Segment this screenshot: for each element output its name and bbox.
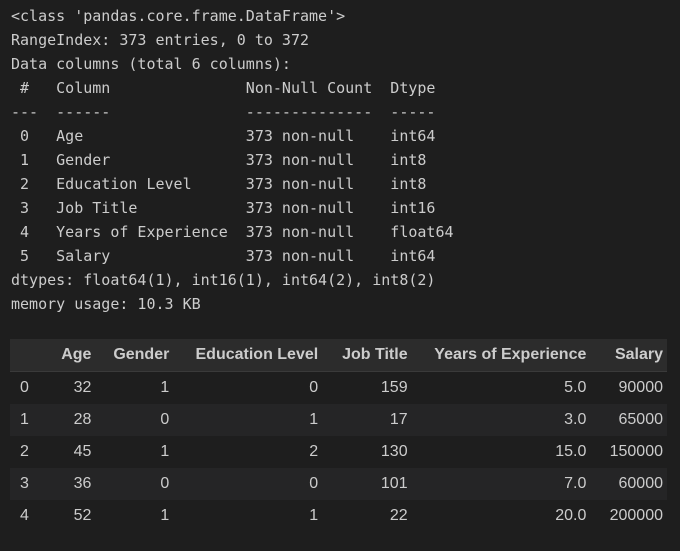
row-index: 1 (10, 404, 51, 436)
cell-years-of-experience: 7.0 (411, 468, 591, 500)
cell-education-level: 0 (173, 468, 323, 500)
cell-job-title: 130 (322, 436, 412, 468)
cell-age: 32 (50, 371, 96, 404)
column-header-salary: Salary (590, 339, 667, 372)
table-header-row: Age Gender Education Level Job Title Yea… (10, 339, 667, 372)
cell-job-title: 101 (322, 468, 412, 500)
column-header-age: Age (50, 339, 96, 372)
cell-age: 28 (50, 404, 96, 436)
table-row: 0 32 1 0 159 5.0 90000 (10, 371, 667, 404)
cell-age: 36 (50, 468, 96, 500)
cell-salary: 60000 (590, 468, 667, 500)
info-column-row: 0 Age 373 non-null int64 (11, 127, 454, 145)
info-column-row: 4 Years of Experience 373 non-null float… (11, 223, 454, 241)
info-column-row: 5 Salary 373 non-null int64 (11, 247, 454, 265)
cell-gender: 0 (95, 404, 174, 436)
info-column-row: 2 Education Level 373 non-null int8 (11, 175, 454, 193)
cell-salary: 150000 (590, 436, 667, 468)
row-index: 3 (10, 468, 51, 500)
index-header (10, 339, 51, 372)
row-index: 4 (10, 500, 51, 532)
cell-years-of-experience: 20.0 (411, 500, 591, 532)
cell-years-of-experience: 15.0 (411, 436, 591, 468)
info-separator-row: --- ------ -------------- ----- (11, 103, 454, 121)
column-header-gender: Gender (95, 339, 174, 372)
info-range-index: RangeIndex: 373 entries, 0 to 372 (11, 31, 310, 49)
column-header-education-level: Education Level (173, 339, 323, 372)
cell-salary: 65000 (590, 404, 667, 436)
table-row: 3 36 0 0 101 7.0 60000 (10, 468, 667, 500)
info-class-line: <class 'pandas.core.frame.DataFrame'> (11, 7, 346, 25)
cell-education-level: 0 (173, 371, 323, 404)
cell-gender: 1 (95, 500, 174, 532)
cell-job-title: 22 (322, 500, 412, 532)
column-header-job-title: Job Title (322, 339, 412, 372)
cell-salary: 200000 (590, 500, 667, 532)
info-dtypes-line: dtypes: float64(1), int16(1), int64(2), … (11, 271, 436, 289)
notebook-output: <class 'pandas.core.frame.DataFrame'> Ra… (0, 0, 680, 551)
cell-gender: 1 (95, 371, 174, 404)
row-index: 2 (10, 436, 51, 468)
info-header-row: # Column Non-Null Count Dtype (11, 79, 454, 97)
cell-years-of-experience: 3.0 (411, 404, 591, 436)
cell-job-title: 159 (322, 371, 412, 404)
info-column-row: 3 Job Title 373 non-null int16 (11, 199, 454, 217)
info-memory-usage: memory usage: 10.3 KB (11, 295, 201, 313)
cell-salary: 90000 (590, 371, 667, 404)
info-column-row: 1 Gender 373 non-null int8 (11, 151, 454, 169)
cell-gender: 1 (95, 436, 174, 468)
info-data-columns: Data columns (total 6 columns): (11, 55, 291, 73)
cell-gender: 0 (95, 468, 174, 500)
table-row: 4 52 1 1 22 20.0 200000 (10, 500, 667, 532)
cell-education-level: 1 (173, 404, 323, 436)
cell-job-title: 17 (322, 404, 412, 436)
cell-education-level: 1 (173, 500, 323, 532)
row-index: 0 (10, 371, 51, 404)
table-row: 1 28 0 1 17 3.0 65000 (10, 404, 667, 436)
cell-years-of-experience: 5.0 (411, 371, 591, 404)
cell-education-level: 2 (173, 436, 323, 468)
dataframe-table: Age Gender Education Level Job Title Yea… (10, 339, 667, 532)
column-header-years-of-experience: Years of Experience (411, 339, 591, 372)
cell-age: 52 (50, 500, 96, 532)
cell-age: 45 (50, 436, 96, 468)
table-row: 2 45 1 2 130 15.0 150000 (10, 436, 667, 468)
